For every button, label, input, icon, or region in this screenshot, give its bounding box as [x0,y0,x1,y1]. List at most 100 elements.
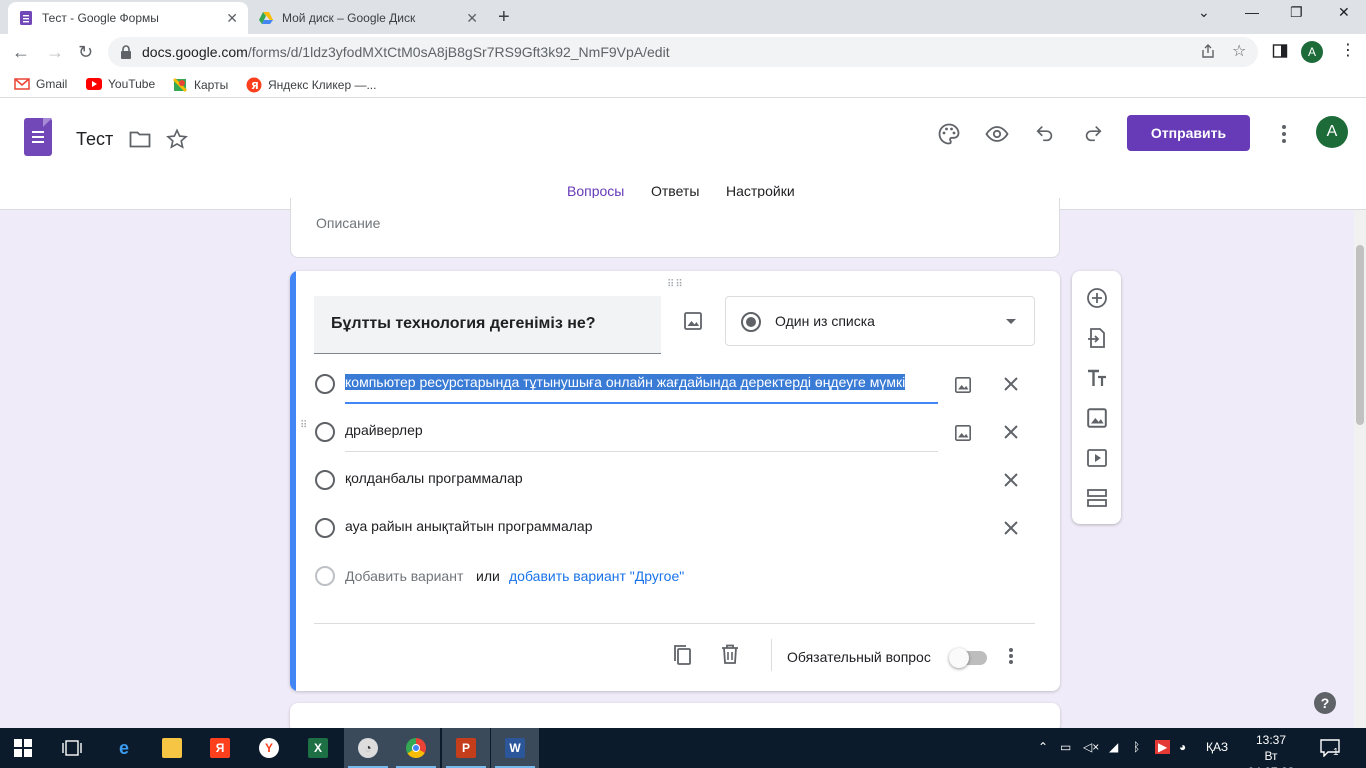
question-title-field[interactable]: Бұлтты технология дегеніміз не? [314,296,661,354]
form-title[interactable]: Тест [76,129,113,150]
star-icon[interactable] [166,128,188,150]
undo-icon[interactable] [1034,122,1056,144]
share-icon[interactable] [1200,43,1216,59]
close-tab-icon[interactable]: ✕ [226,10,238,27]
add-image-icon[interactable] [1086,407,1108,429]
remove-option-icon[interactable] [1003,376,1019,392]
bookmark-youtube[interactable]: YouTube [86,77,155,91]
add-section-icon[interactable] [1086,487,1108,509]
add-question-icon[interactable] [1086,287,1108,309]
powerpoint-icon: P [456,738,476,758]
bookmark-gmail[interactable]: Gmail [14,77,67,91]
tab-forms[interactable]: Тест - Google Формы ✕ [8,2,248,34]
tray-app-blue-icon[interactable]: ◕ [1179,740,1186,754]
tray-app-red-icon[interactable]: ▶ [1155,740,1171,754]
option-text[interactable]: ауа райын анықтайтын программалар [345,518,593,534]
close-tab-icon[interactable]: ✕ [466,10,478,27]
google-drive-favicon [259,12,273,24]
show-hidden-icons-icon[interactable]: ⌃ [1038,740,1048,754]
scrollbar-thumb[interactable] [1356,245,1364,425]
browser-profile-avatar[interactable]: A [1301,41,1323,63]
required-toggle[interactable] [949,648,987,668]
taskbar-yandex-app[interactable]: Y [245,728,293,768]
option-input[interactable]: компьютер ресурстарында тұтынушыға онлай… [345,364,938,404]
language-indicator[interactable]: ҚАЗ [1206,740,1228,754]
address-bar[interactable]: docs.google.com/forms/d/1ldz3yfodMXtCtM0… [108,37,1258,67]
option-input[interactable]: драйверлер [345,412,938,452]
send-button[interactable]: Отправить [1127,115,1250,151]
tab-settings[interactable]: Настройки [726,183,795,199]
option-add-image-icon[interactable] [954,424,972,442]
browser-toolbar: ← → ↻ docs.google.com/forms/d/1ldz3yfodM… [0,34,1366,70]
move-to-folder-icon[interactable] [129,130,151,148]
question-type-select[interactable]: Один из списка [725,296,1035,346]
google-maps-icon [172,77,188,93]
delete-trash-icon[interactable] [721,644,739,664]
tab-questions[interactable]: Вопросы [567,183,624,199]
taskbar-edge[interactable]: e [100,728,148,768]
reload-icon[interactable]: ↻ [78,42,93,63]
taskbar-powerpoint[interactable]: P [442,728,490,768]
preview-eye-icon[interactable] [985,122,1009,146]
question-more-options-icon[interactable] [1008,647,1014,665]
duplicate-icon[interactable] [672,644,692,666]
help-icon[interactable]: ? [1314,692,1336,714]
page-scrollbar[interactable] [1354,210,1366,728]
taskbar-yandex[interactable]: Я [196,728,244,768]
wifi-icon[interactable]: ◢ [1109,740,1118,754]
back-arrow-icon[interactable]: ← [12,42,30,63]
add-image-icon[interactable] [683,311,703,331]
task-view-icon[interactable] [62,740,82,756]
add-video-icon[interactable] [1086,447,1108,469]
bookmark-maps[interactable]: Карты [172,77,228,93]
card-drag-handle-icon[interactable]: ⠿⠿ [667,279,684,290]
forward-arrow-icon[interactable]: → [46,42,64,63]
description-placeholder[interactable]: Описание [316,215,380,231]
remove-option-icon[interactable] [1003,424,1019,440]
redo-icon[interactable] [1082,122,1104,144]
close-window-icon[interactable]: ✕ [1338,4,1350,21]
battery-icon[interactable]: ▭ [1060,740,1071,754]
option-text-selected: компьютер ресурстарында тұтынушыға онлай… [345,374,906,390]
account-avatar[interactable]: A [1316,116,1348,148]
yandex-browser-icon: Я [210,738,230,758]
more-options-icon[interactable] [1280,124,1288,144]
clock-date: Вт 04.07.23 [1248,749,1295,768]
tab-drive[interactable]: Мой диск – Google Диск ✕ [248,2,488,34]
taskbar-word[interactable]: W [491,728,539,768]
system-clock[interactable]: 13:37 Вт 04.07.23 [1240,732,1302,768]
restore-icon[interactable]: ❐ [1290,4,1303,21]
bookmark-star-icon[interactable]: ☆ [1232,41,1246,61]
side-panel-icon[interactable] [1272,43,1288,59]
bookmark-yandex-clicker[interactable]: Я Яндекс Кликер —... [246,77,376,93]
option-add-image-icon[interactable] [954,376,972,394]
windows-start-icon[interactable] [14,739,32,757]
option-text[interactable]: қолданбалы программалар [345,470,523,486]
clock-time: 13:37 [1255,733,1287,747]
add-option-link[interactable]: Добавить вариант [345,568,463,584]
question-type-label: Один из списка [775,313,875,329]
new-tab-plus-icon[interactable]: + [498,6,510,29]
remove-option-icon[interactable] [1003,472,1019,488]
google-forms-logo-icon[interactable] [24,118,52,156]
tab-search-chevron-icon[interactable]: ⌄ [1198,4,1210,21]
taskbar-explorer[interactable] [148,728,196,768]
question-card[interactable]: ⠿⠿ Бұлтты технология дегеніміз не? Один … [290,271,1060,691]
browser-menu-icon[interactable]: ⋮ [1340,40,1356,60]
yandex-icon: Я [246,77,262,93]
taskbar-chrome[interactable] [392,728,440,768]
youtube-icon [86,78,102,90]
add-other-option-link[interactable]: добавить вариант "Другое" [509,568,684,584]
remove-option-icon[interactable] [1003,520,1019,536]
bluetooth-icon[interactable]: ᛒ [1133,740,1140,754]
tab-responses[interactable]: Ответы [651,183,699,199]
volume-muted-icon[interactable]: ◁× [1083,740,1099,754]
taskbar-excel[interactable]: X [294,728,342,768]
taskbar-clock-app[interactable]: ◔ [344,728,392,768]
palette-icon[interactable] [937,122,961,146]
add-title-text-icon[interactable] [1086,367,1108,389]
yandex-y-icon: Y [259,738,279,758]
minimize-icon[interactable]: — [1245,4,1259,20]
import-questions-icon[interactable] [1086,327,1108,349]
option-drag-handle-icon[interactable]: ⠿ [300,421,307,431]
